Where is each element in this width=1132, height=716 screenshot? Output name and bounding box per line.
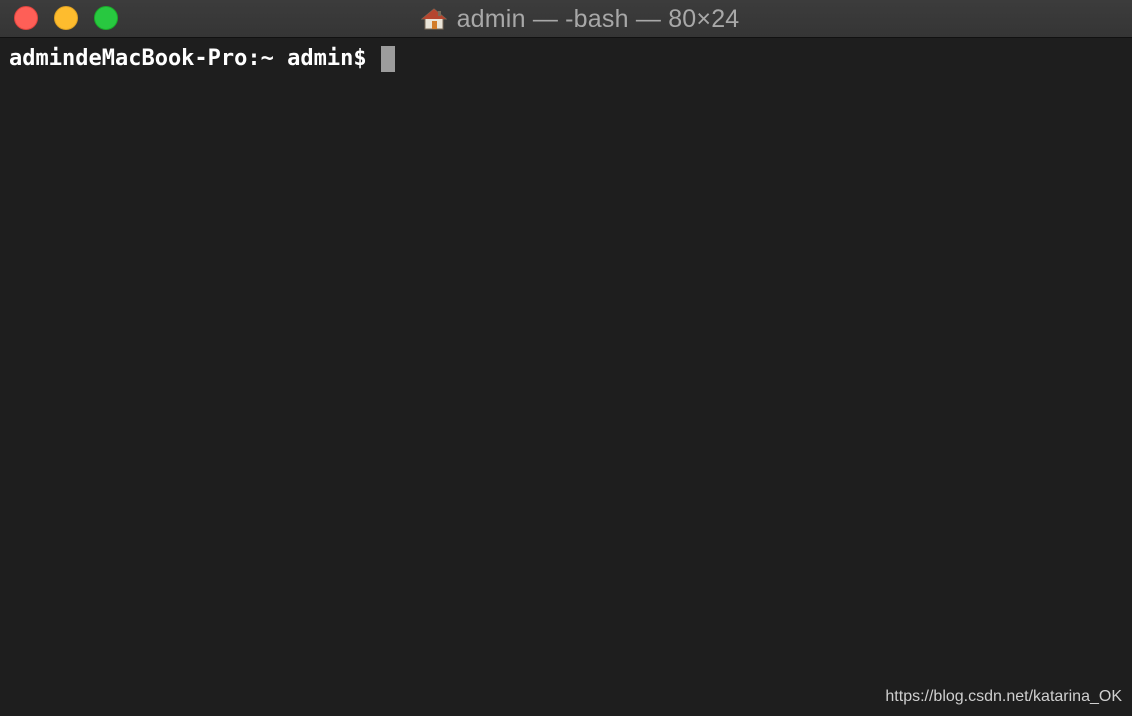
- watermark: https://blog.csdn.net/katarina_OK: [885, 688, 1122, 705]
- window-title: admin — -bash — 80×24: [456, 4, 740, 33]
- window-title-group: admin — -bash — 80×24: [0, 0, 1132, 38]
- text-cursor: [380, 46, 395, 72]
- home-icon: [420, 8, 447, 30]
- title-bar[interactable]: admin — -bash — 80×24: [0, 0, 1132, 38]
- prompt-line: admindeMacBook-Pro:~ admin$: [9, 44, 1123, 74]
- shell-prompt: admindeMacBook-Pro:~ admin$: [9, 46, 367, 71]
- terminal-content[interactable]: admindeMacBook-Pro:~ admin$: [0, 38, 1132, 716]
- terminal-window: admin — -bash — 80×24 admindeMacBook-Pro…: [0, 0, 1132, 716]
